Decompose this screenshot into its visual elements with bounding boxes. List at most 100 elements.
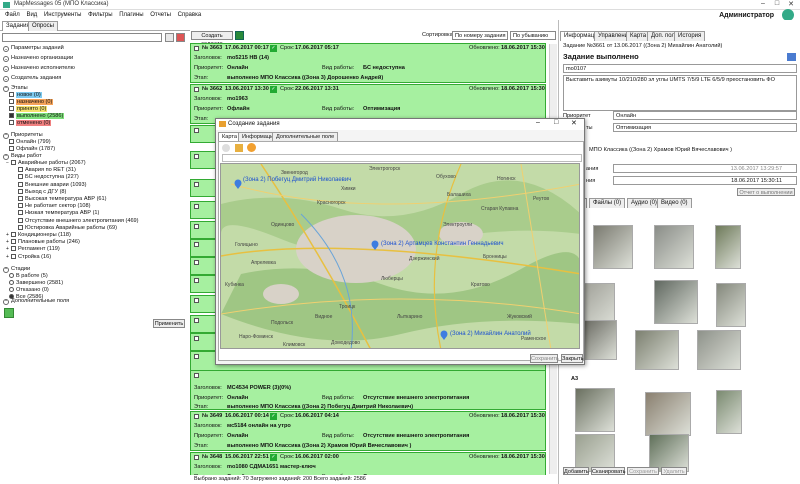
worktype-item[interactable]: Юстировка Аварийные работы (69): [18, 224, 117, 232]
photo-thumbnail[interactable]: [654, 280, 698, 324]
layers-icon[interactable]: [235, 144, 243, 152]
worktype-item[interactable]: Внешние аварии (1093): [18, 181, 87, 189]
photo-thumbnail[interactable]: [645, 392, 691, 436]
checkbox-icon[interactable]: [11, 253, 16, 259]
map-pin-icon[interactable]: [234, 179, 242, 189]
task-card[interactable]: № 3649 16.06.2017 00:14 ✓ Срок: 16.06.2017 0…: [190, 411, 546, 451]
stage-item[interactable]: принято (0): [9, 106, 48, 113]
checkbox-icon[interactable]: [18, 224, 23, 230]
create-task-button[interactable]: Создать задание: [191, 31, 233, 47]
menu-tools[interactable]: Инструменты: [44, 10, 81, 20]
right-action-button[interactable]: Добавить: [563, 467, 589, 475]
photo-thumbnail[interactable]: [593, 225, 633, 269]
tab-surveys[interactable]: Опросы: [28, 21, 58, 31]
priority-select[interactable]: Онлайн: [613, 111, 797, 120]
checkbox-icon[interactable]: [11, 160, 16, 165]
checkbox-icon[interactable]: [9, 139, 14, 144]
menu-filters[interactable]: Фильтры: [88, 10, 112, 20]
apply-button[interactable]: Применить: [153, 319, 185, 328]
worktype-item[interactable]: + Плановые работы (246): [6, 239, 80, 246]
dialog-minimize-icon[interactable]: –: [536, 119, 540, 126]
section-params[interactable]: ⌄ Параметры заданий: [3, 45, 64, 52]
checkbox-icon[interactable]: [18, 210, 23, 216]
checkbox-icon[interactable]: [18, 217, 23, 223]
dialog-tab-extra[interactable]: Дополнительные поле: [272, 132, 339, 141]
clear-filter-icon[interactable]: [176, 33, 185, 42]
checkbox-icon[interactable]: [9, 146, 14, 151]
worktype-item[interactable]: Отсутствие внешнего электропитания (469): [18, 217, 139, 225]
task-checkbox[interactable]: [194, 354, 199, 359]
media-tab[interactable]: Файлы (0): [589, 198, 626, 208]
section-orgs[interactable]: ⌄ Назначено организации: [3, 55, 73, 62]
maximize-icon[interactable]: □: [770, 0, 784, 7]
edit-icon[interactable]: [787, 53, 796, 61]
stage-item[interactable]: выполнено (2586): [9, 113, 65, 120]
menu-plugins[interactable]: Плагины: [119, 10, 143, 20]
checkbox-icon[interactable]: [9, 92, 14, 97]
checkbox-icon[interactable]: [9, 120, 14, 125]
photo-thumbnail[interactable]: [716, 283, 746, 327]
photo-thumbnail[interactable]: [715, 225, 741, 269]
task-checkbox[interactable]: [194, 373, 199, 378]
stage-item[interactable]: назначено (0): [9, 99, 54, 106]
sort-by-select[interactable]: По номеру задания: [452, 31, 508, 40]
photo-thumbnail[interactable]: [654, 225, 694, 269]
stage-item[interactable]: отменено (0): [9, 120, 52, 127]
menu-reports[interactable]: Отчеты: [150, 10, 171, 20]
task-checkbox[interactable]: [194, 414, 199, 419]
checkbox-icon[interactable]: [9, 106, 14, 111]
worktype-item[interactable]: Низкая температура АВР (1): [18, 210, 99, 217]
task-checkbox[interactable]: [194, 298, 199, 303]
checkbox-icon[interactable]: [18, 167, 23, 173]
section-executor[interactable]: ⌄ Назначено исполнителю: [3, 65, 75, 72]
completed-date-field[interactable]: 18.06.2017 15:30:11: [613, 176, 797, 185]
photo-thumbnail[interactable]: [697, 330, 741, 370]
checkbox-icon[interactable]: [11, 232, 16, 237]
status-item[interactable]: В работе (5): [9, 273, 48, 280]
map-pin-icon[interactable]: [371, 240, 379, 250]
checkbox-icon[interactable]: [18, 196, 23, 201]
right-action-button[interactable]: Удалить: [661, 467, 687, 475]
priority-offline[interactable]: Офлайн (1787): [9, 146, 55, 153]
priority-online[interactable]: Онлайн (799): [9, 139, 51, 146]
filter-search-input[interactable]: [2, 33, 162, 42]
map-view[interactable]: Звенигород Электрогорск Обухово Ногинск Стар…: [220, 163, 580, 349]
stage-item[interactable]: новое (0): [9, 92, 42, 99]
dialog-close-icon[interactable]: ✕: [571, 119, 577, 127]
section-extra[interactable]: ⌃ Дополнительные поля: [3, 298, 69, 305]
radio-icon[interactable]: [9, 273, 14, 278]
task-code-field[interactable]: mo0107: [563, 64, 797, 73]
task-checkbox[interactable]: [194, 128, 199, 133]
task-checkbox[interactable]: [194, 336, 199, 341]
photo-thumbnail[interactable]: [716, 390, 742, 434]
menu-help[interactable]: Справка: [178, 10, 202, 20]
checkbox-icon[interactable]: [18, 188, 23, 194]
location-icon[interactable]: [247, 143, 256, 152]
add-field-icon[interactable]: [4, 308, 14, 318]
dialog-maximize-icon[interactable]: □: [554, 119, 558, 126]
checkbox-icon[interactable]: [9, 99, 14, 104]
section-creator[interactable]: ⌄ Создатель задания: [3, 75, 61, 82]
excel-export-icon[interactable]: [235, 31, 244, 40]
sort-direction-select[interactable]: По убыванию: [510, 31, 556, 40]
status-item[interactable]: Завершено (2581): [9, 280, 63, 287]
task-description-field[interactable]: Выставить азимуты 10/210/280 эл углы UMT…: [563, 75, 797, 111]
worktype-item[interactable]: Авария по RET (31): [18, 167, 76, 174]
right-action-button[interactable]: Сканировать: [591, 467, 626, 475]
task-checkbox[interactable]: [194, 154, 199, 159]
status-item[interactable]: Отказано (0): [9, 287, 49, 294]
minimize-icon[interactable]: –: [756, 0, 770, 7]
checkbox-icon[interactable]: [11, 246, 16, 252]
menu-file[interactable]: Файл: [5, 10, 20, 20]
menu-view[interactable]: Вид: [26, 10, 37, 20]
checkbox-icon[interactable]: [18, 203, 23, 209]
right-action-button[interactable]: Сохранить: [627, 467, 659, 475]
created-date-field[interactable]: 13.06.2017 13:29:57: [613, 164, 797, 173]
map-pin-icon[interactable]: [440, 330, 448, 340]
filter-icon[interactable]: [165, 33, 174, 42]
address-input[interactable]: [222, 154, 582, 162]
radio-icon[interactable]: [9, 287, 14, 292]
checkbox-icon[interactable]: [18, 181, 23, 187]
task-checkbox[interactable]: [194, 87, 199, 92]
worktype-item[interactable]: Не работает сектор (108): [18, 203, 91, 210]
